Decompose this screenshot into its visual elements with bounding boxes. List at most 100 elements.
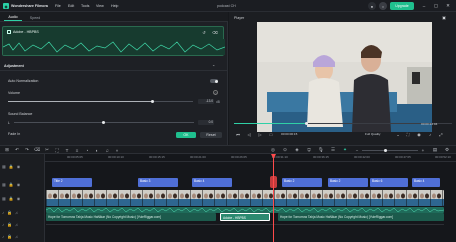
snapshot-icon[interactable]: ▣: [441, 14, 447, 20]
close-icon[interactable]: ✕: [444, 2, 452, 10]
undo-icon[interactable]: ↶: [14, 147, 20, 153]
delete-icon[interactable]: ⌫: [212, 29, 218, 35]
delete-tool-icon[interactable]: ⌫: [34, 147, 40, 153]
audio-clip-preview: Adobe - HBPBS ↺ ⌫: [2, 26, 225, 56]
eye-icon[interactable]: ◉: [17, 164, 21, 169]
track-type-icon: ▦: [2, 163, 6, 169]
volume-control: -13.0 dB: [0, 98, 228, 106]
crop-icon[interactable]: ⛶: [405, 131, 411, 137]
title-clip[interactable]: Basic 4: [192, 178, 232, 187]
time-ruler[interactable]: 00:00:05:05 00:00:10:10 00:00:15:15 00:0…: [45, 154, 456, 162]
more-tools-icon[interactable]: »: [114, 147, 120, 153]
ruler-mark: 00:00:10:10: [108, 155, 124, 159]
adjust-icon[interactable]: ≡: [74, 147, 80, 153]
render-icon[interactable]: ◎: [270, 147, 276, 153]
auto-normalization-label: Auto Normalization: [8, 79, 39, 83]
quality-select[interactable]: Full Quality: [365, 132, 380, 136]
balance-slider-handle[interactable]: [102, 121, 105, 124]
lock-icon[interactable]: 🔒: [7, 222, 12, 227]
tab-speed[interactable]: Speed: [26, 14, 44, 21]
settings-icon[interactable]: ⚙: [444, 147, 450, 153]
reset-icon[interactable]: ↺: [201, 29, 207, 35]
tab-audio[interactable]: Audio: [4, 14, 22, 21]
step-back-icon[interactable]: ⏮: [235, 131, 241, 137]
reset-button[interactable]: Reset: [200, 132, 222, 138]
lock-icon[interactable]: 🔒: [9, 182, 14, 187]
selected-audio-clip[interactable]: Adobe - HBPBS: [220, 213, 270, 221]
track-type-icon: ♪: [2, 233, 4, 239]
mic-icon[interactable]: 🎙: [318, 147, 324, 153]
zoom-slider-track[interactable]: [362, 150, 418, 151]
marker-icon[interactable]: ◈: [294, 147, 300, 153]
volume-icon[interactable]: ♪: [427, 131, 433, 137]
time-current: 00:00:24:04: [421, 122, 438, 126]
speed-icon[interactable]: ◔: [84, 147, 90, 153]
audio-tool-icon[interactable]: ♫: [104, 147, 110, 153]
volume-slider-handle[interactable]: [151, 100, 154, 103]
maximize-icon[interactable]: ▢: [432, 2, 440, 10]
redo-icon[interactable]: ↷: [24, 147, 30, 153]
color-icon[interactable]: ◐: [94, 147, 100, 153]
split-icon[interactable]: ✂: [44, 147, 50, 153]
text-icon[interactable]: T: [64, 147, 70, 153]
snapshot-camera-icon[interactable]: ◉: [416, 131, 422, 137]
auto-normalization-toggle[interactable]: [210, 79, 218, 83]
title-clip[interactable]: Title 2: [52, 178, 92, 187]
shield-icon[interactable]: ⛨: [306, 147, 312, 153]
volume-value-field[interactable]: -13.0: [198, 99, 214, 104]
sound-balance-label: Sound Balance: [8, 112, 33, 116]
menu-edit[interactable]: Edit: [68, 4, 74, 8]
title-clip[interactable]: Basic 6: [370, 178, 408, 187]
fullscreen-icon[interactable]: ⤢: [438, 131, 444, 137]
volume-unit: dB: [216, 99, 220, 104]
playback-progress-handle[interactable]: [305, 122, 308, 125]
chevron-down-icon[interactable]: ⌄: [395, 131, 401, 137]
minimize-icon[interactable]: –: [420, 2, 428, 10]
lock-icon[interactable]: 🔒: [7, 234, 12, 239]
chevron-up-icon[interactable]: ⌃: [212, 64, 215, 69]
music-clip[interactable]: Hope for Tomorrow Tahja Music HaNikar (N…: [278, 213, 444, 221]
upgrade-button[interactable]: Upgrade: [390, 2, 414, 10]
speaker-icon[interactable]: ♫: [15, 222, 18, 227]
speaker-icon[interactable]: ♫: [15, 210, 18, 215]
title-clip[interactable]: Basic 2: [328, 178, 368, 187]
crop-tool-icon[interactable]: ⛶: [54, 147, 60, 153]
zoom-in-icon[interactable]: +: [420, 147, 426, 153]
zoom-slider-handle[interactable]: [384, 149, 387, 152]
list-icon[interactable]: ☰: [330, 147, 336, 153]
ruler-mark: 00:00:05:05: [67, 155, 83, 159]
eye-icon[interactable]: ◉: [17, 196, 21, 201]
lock-icon[interactable]: 🔒: [7, 210, 12, 215]
grid-icon[interactable]: ⊞: [4, 147, 10, 153]
menu-tools[interactable]: Tools: [81, 4, 89, 8]
menu-view[interactable]: View: [96, 4, 104, 8]
menu-file[interactable]: File: [55, 4, 61, 8]
divider: [46, 224, 444, 225]
lock-icon[interactable]: 🔒: [9, 164, 14, 169]
stop-icon[interactable]: □: [268, 131, 274, 137]
notification-icon[interactable]: ●: [368, 2, 376, 10]
checkbox-icon[interactable]: [7, 30, 11, 34]
playhead-marker[interactable]: [270, 176, 277, 188]
fit-icon[interactable]: ▤: [432, 147, 438, 153]
playback-progress-fill: [234, 123, 306, 124]
prev-frame-icon[interactable]: ◁: [246, 131, 252, 137]
avatar[interactable]: ○: [379, 2, 387, 10]
lock-icon[interactable]: 🔒: [9, 196, 14, 201]
title-clip[interactable]: Basic 3: [138, 178, 178, 187]
menu-help[interactable]: Help: [111, 4, 118, 8]
snap-icon[interactable]: ⊙: [282, 147, 288, 153]
eye-icon[interactable]: ◉: [17, 182, 21, 187]
time-total: 00:00:00:15: [281, 132, 298, 136]
play-icon[interactable]: ▷: [257, 131, 263, 137]
title-clip[interactable]: Basic 4: [412, 178, 440, 187]
ai-audio-icon[interactable]: ✦: [342, 147, 348, 153]
title-clip[interactable]: Basic 2: [282, 178, 322, 187]
music-clip[interactable]: Hope for Tomorrow Tahja Music HaNikar (N…: [46, 213, 216, 221]
speaker-icon[interactable]: ♫: [15, 234, 18, 239]
ok-button[interactable]: OK: [176, 132, 196, 138]
zoom-out-icon[interactable]: −: [354, 147, 360, 153]
video-clip[interactable]: [46, 190, 444, 206]
volume-keyframe-icon[interactable]: ◇: [213, 90, 218, 95]
balance-value-field[interactable]: 0.0: [198, 120, 214, 125]
